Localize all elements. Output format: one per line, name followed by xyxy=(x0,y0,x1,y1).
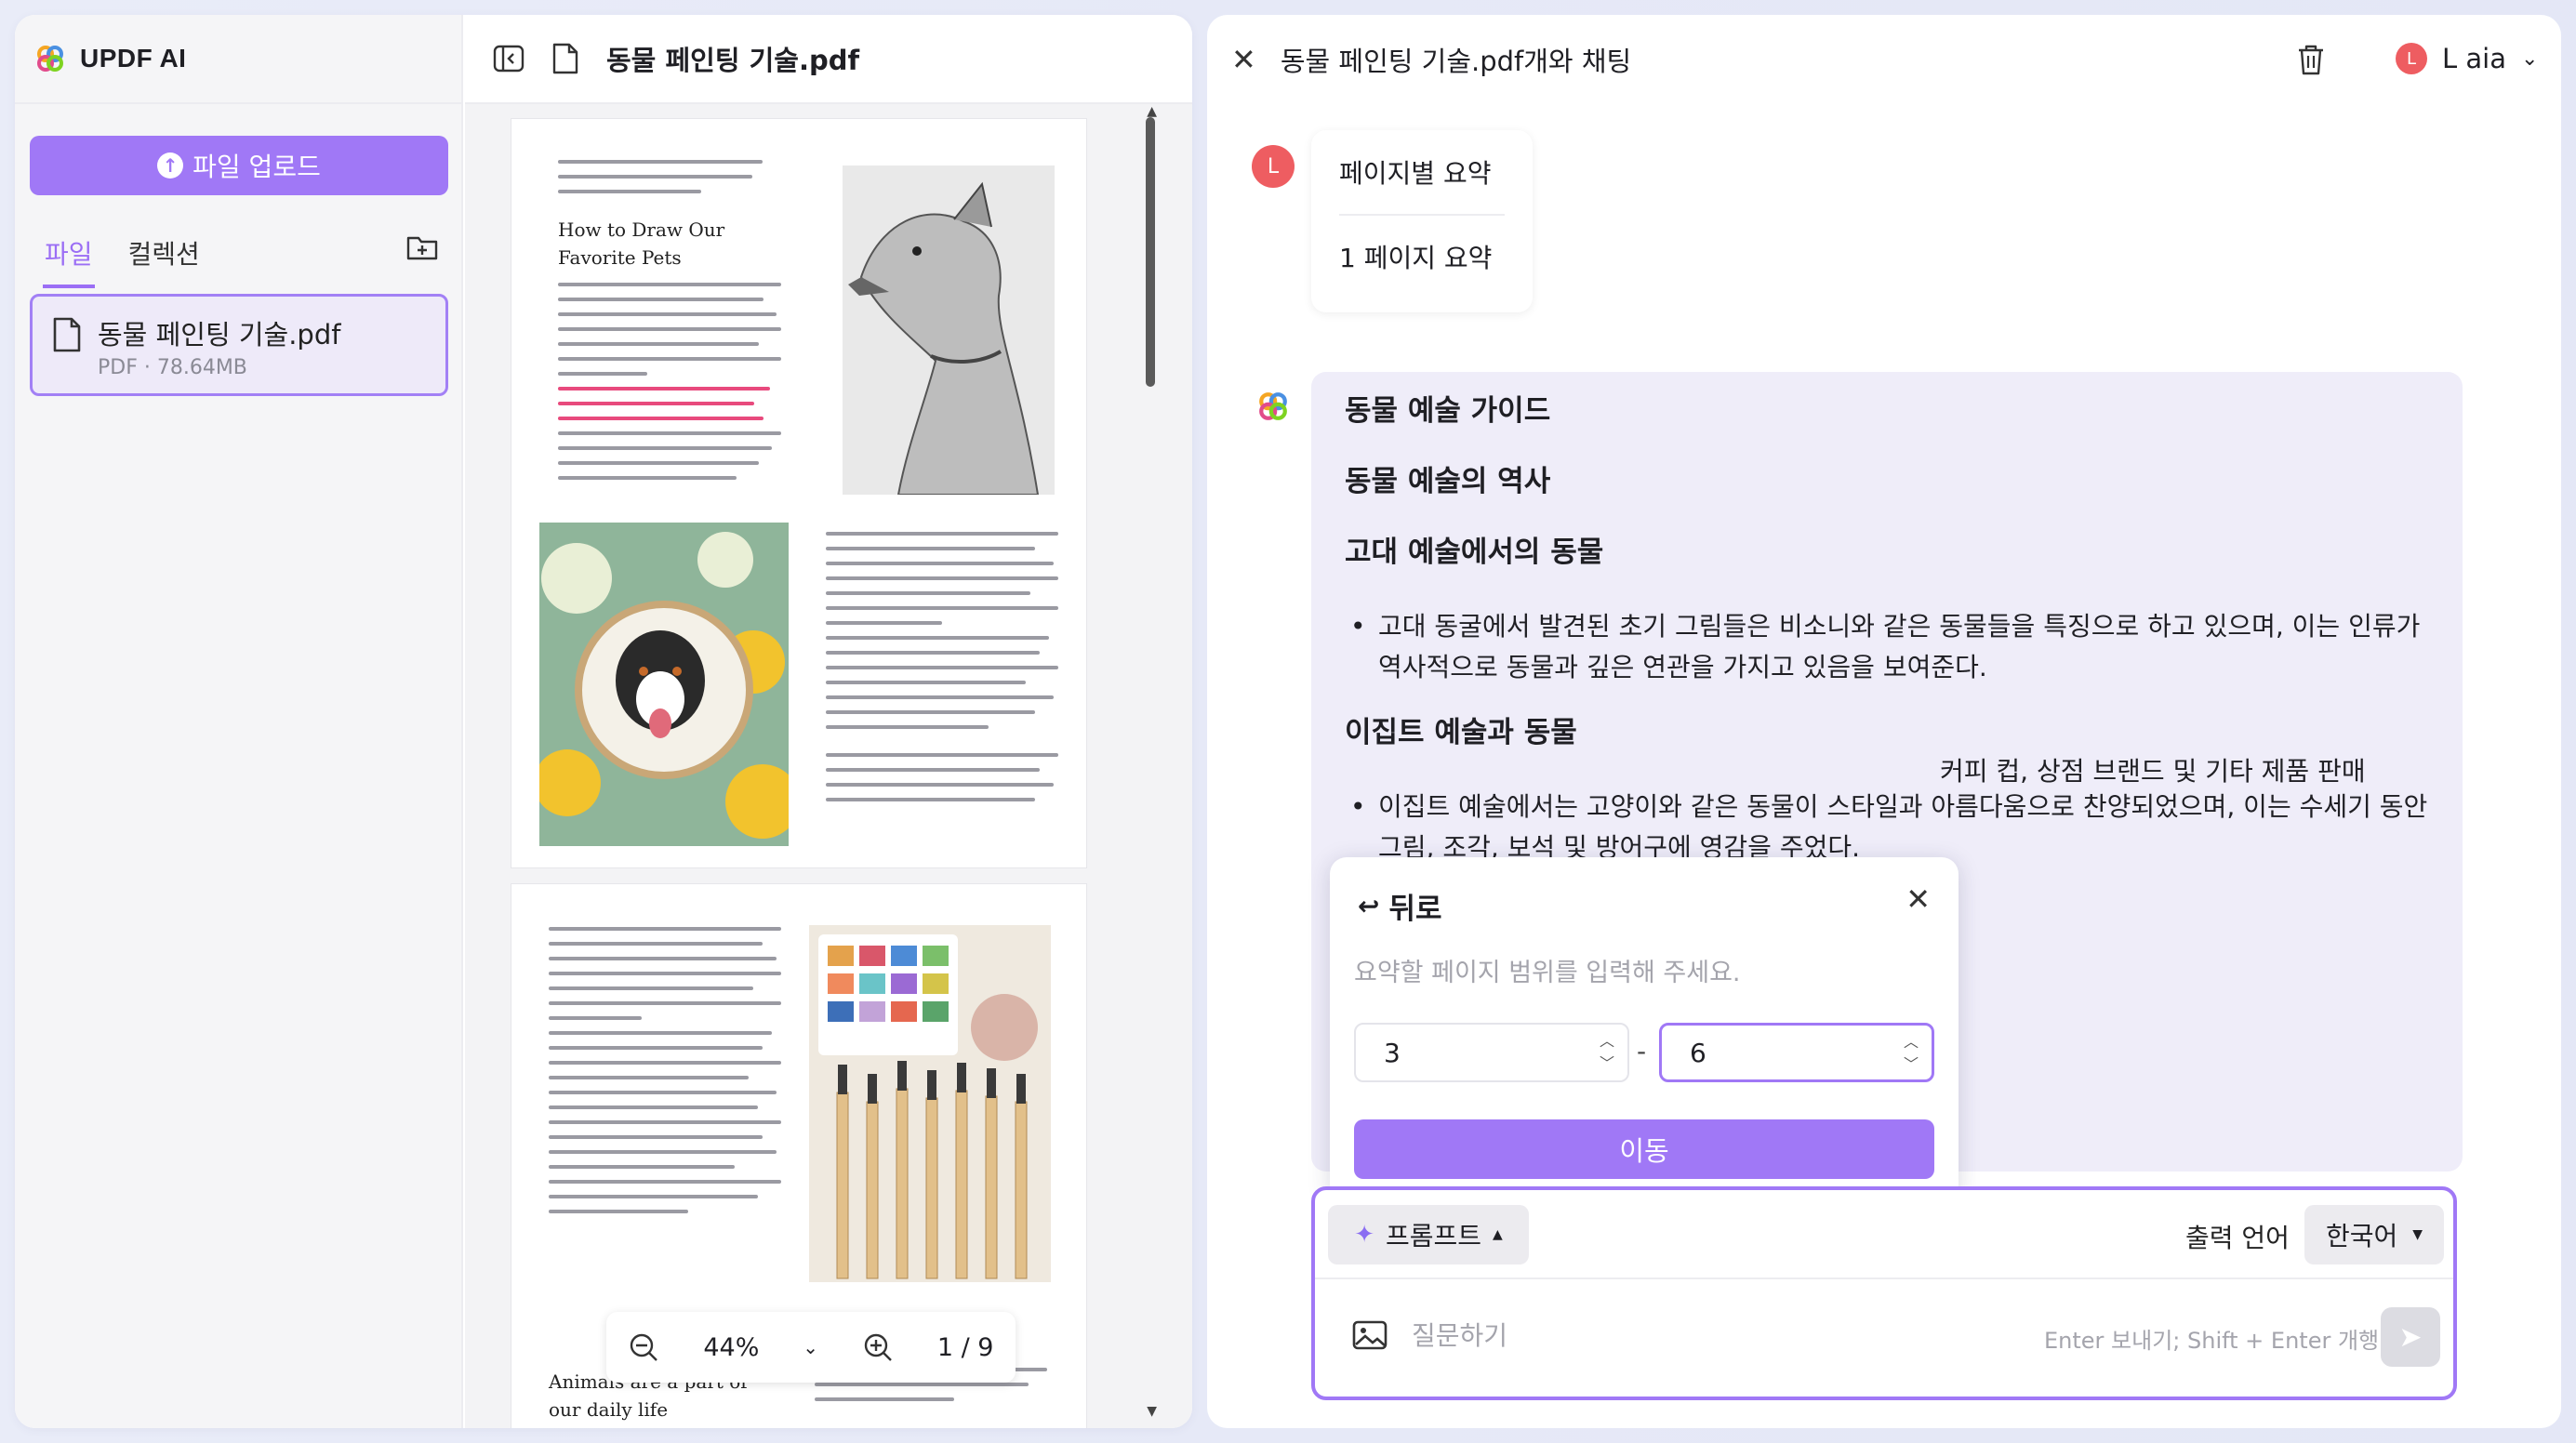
pdf-viewer: 동물 페인팅 기술.pdf How to Draw Our Favorite P… xyxy=(465,15,1192,1428)
answer-bullet: 고대 동굴에서 발견된 초기 그림들은 비소니와 같은 동물들을 특징으로 하고… xyxy=(1345,606,2429,688)
updf-ai-avatar-icon xyxy=(1259,392,1287,420)
pdf-heading: How to Draw Our Favorite Pets xyxy=(558,218,725,269)
document-icon xyxy=(53,317,81,352)
chat-title: 동물 페인팅 기술.pdf개와 채팅 xyxy=(1280,46,1632,77)
upload-label: 파일 업로드 xyxy=(193,152,321,182)
page-to-input[interactable]: 6 ︿ ﹀ xyxy=(1659,1023,1934,1082)
answer-heading: 이집트 예술과 동물 xyxy=(1345,716,1577,749)
go-button[interactable]: 이동 xyxy=(1354,1119,1934,1179)
document-title: 동물 페인팅 기술.pdf xyxy=(606,45,860,76)
tab-collections[interactable]: 컬렉션 xyxy=(126,229,202,288)
file-sidebar: UPDF AI ↑ 파일 업로드 파일 컬렉션 동물 페인팅 기술.pdf PD… xyxy=(15,15,463,1428)
page-from-input[interactable]: 3 ︿ ﹀ xyxy=(1354,1023,1629,1082)
back-button[interactable]: ↩ 뒤로 xyxy=(1358,885,1442,927)
prompt-button[interactable]: ✦ 프롬프트 ▲ xyxy=(1328,1205,1529,1264)
sparkle-icon: ✦ xyxy=(1354,1221,1374,1249)
page-range-hint: 요약할 페이지 범위를 입력해 주세요. xyxy=(1354,959,1741,987)
page-text-body xyxy=(558,283,781,491)
paint-brushes-image xyxy=(809,925,1051,1282)
dog-sketch-image xyxy=(843,165,1055,495)
send-hint: Enter 보내기; Shift + Enter 개행 xyxy=(2044,1328,2380,1354)
answer-heading: 동물 예술 가이드 xyxy=(1345,394,1551,428)
page-to-value: 6 xyxy=(1690,1037,1706,1068)
chat-header: ✕ 동물 페인팅 기술.pdf개와 채팅 xyxy=(1207,15,2561,104)
answer-heading: 동물 예술의 역사 xyxy=(1345,465,1551,498)
upload-icon: ↑ xyxy=(157,152,184,179)
answer-text-tail: 커피 컵, 상점 브랜드 및 기타 제품 판매 xyxy=(1940,756,2366,787)
new-folder-icon[interactable] xyxy=(405,231,439,264)
prompt-label: 프롬프트 xyxy=(1385,1221,1482,1251)
send-button[interactable]: ➤ xyxy=(2381,1307,2440,1367)
send-icon: ➤ xyxy=(2398,1320,2423,1354)
range-separator: - xyxy=(1637,1036,1647,1066)
file-meta: PDF · 78.64MB xyxy=(98,356,247,379)
close-icon[interactable]: ✕ xyxy=(1231,42,1256,77)
toggle-sidebar-icon[interactable] xyxy=(493,45,524,73)
back-arrow-icon: ↩ xyxy=(1358,891,1380,921)
trash-icon[interactable] xyxy=(2295,43,2327,76)
document-panel: UPDF AI ↑ 파일 업로드 파일 컬렉션 동물 페인팅 기술.pdf PD… xyxy=(15,15,1192,1428)
scroll-down-arrow[interactable]: ▼ xyxy=(1147,1404,1157,1419)
question-input[interactable] xyxy=(1412,1309,2016,1361)
tab-files[interactable]: 파일 xyxy=(43,229,95,288)
page-indicator[interactable]: 1 / 9 xyxy=(937,1333,994,1362)
page-text-intro xyxy=(558,160,763,205)
language-value: 한국어 xyxy=(2325,1221,2398,1251)
file-name: 동물 페인팅 기술.pdf xyxy=(98,319,341,351)
caret-down-icon: ▼ xyxy=(2412,1227,2423,1242)
image-upload-icon[interactable] xyxy=(1352,1320,1388,1350)
answer-bullet: 이집트 예술에서는 고양이와 같은 동물이 스타일과 아름다움으로 찬양되었으며… xyxy=(1345,787,2429,868)
answer-heading: 고대 예술에서의 동물 xyxy=(1345,536,1604,569)
user-message-line: 1 페이지 요약 xyxy=(1339,214,1505,298)
file-list-item[interactable]: 동물 페인팅 기술.pdf PDF · 78.64MB xyxy=(30,294,448,396)
zoom-out-icon[interactable] xyxy=(628,1331,659,1363)
caret-up-icon: ▲ xyxy=(1493,1227,1503,1242)
user-message-line: 페이지별 요약 xyxy=(1339,158,1492,189)
page-text-column xyxy=(826,532,1058,813)
brand-name: UPDF AI xyxy=(80,44,187,73)
avatar: L xyxy=(1252,145,1295,188)
chat-panel: ✕ 동물 페인팅 기술.pdf개와 채팅 L L aia ⌄ L 페이지별 요약… xyxy=(1207,15,2561,1428)
stepper-arrows-icon[interactable]: ︿ ﹀ xyxy=(1904,1031,1919,1076)
viewer-header: 동물 페인팅 기술.pdf xyxy=(465,15,1192,104)
zoom-toolbar: 44% ⌄ 1 / 9 xyxy=(606,1312,1016,1383)
user-message-bubble: 페이지별 요약 1 페이지 요약 xyxy=(1311,130,1533,312)
user-menu[interactable]: L L aia ⌄ xyxy=(2396,43,2538,74)
upload-file-button[interactable]: ↑ 파일 업로드 xyxy=(30,136,448,195)
page-range-popup: ↩ 뒤로 ✕ 요약할 페이지 범위를 입력해 주세요. 3 ︿ ﹀ - 6 ︿ ﹀ … xyxy=(1330,857,1959,1201)
divider xyxy=(1315,1278,2453,1279)
zoom-dropdown-chevron-icon[interactable]: ⌄ xyxy=(803,1336,818,1358)
back-label: 뒤로 xyxy=(1388,893,1442,926)
stepper-arrows-icon[interactable]: ︿ ﹀ xyxy=(1600,1030,1614,1075)
page-text-body xyxy=(549,927,781,1225)
page-from-value: 3 xyxy=(1384,1037,1401,1068)
zoom-level[interactable]: 44% xyxy=(703,1333,759,1362)
chat-composer: ✦ 프롬프트 ▲ 출력 언어 한국어 ▼ Enter 보내기; Shift + … xyxy=(1311,1186,2457,1400)
sidebar-tabs: 파일 컬렉션 xyxy=(43,229,202,288)
zoom-in-icon[interactable] xyxy=(862,1331,894,1363)
sidebar-header: UPDF AI xyxy=(15,15,461,104)
chevron-down-icon: ⌄ xyxy=(2520,46,2539,71)
avatar: L xyxy=(2396,43,2427,74)
document-icon xyxy=(552,43,578,74)
scrollbar-thumb[interactable] xyxy=(1146,117,1155,387)
output-language-select[interactable]: 한국어 ▼ xyxy=(2304,1205,2444,1264)
close-icon[interactable]: ✕ xyxy=(1905,881,1931,917)
pdf-page: How to Draw Our Favorite Pets xyxy=(511,119,1086,867)
user-name: L aia xyxy=(2442,43,2506,74)
updf-logo-icon xyxy=(37,46,63,72)
output-language-label: 출력 언어 xyxy=(2185,1223,2290,1253)
dog-embroidery-image xyxy=(539,523,789,846)
